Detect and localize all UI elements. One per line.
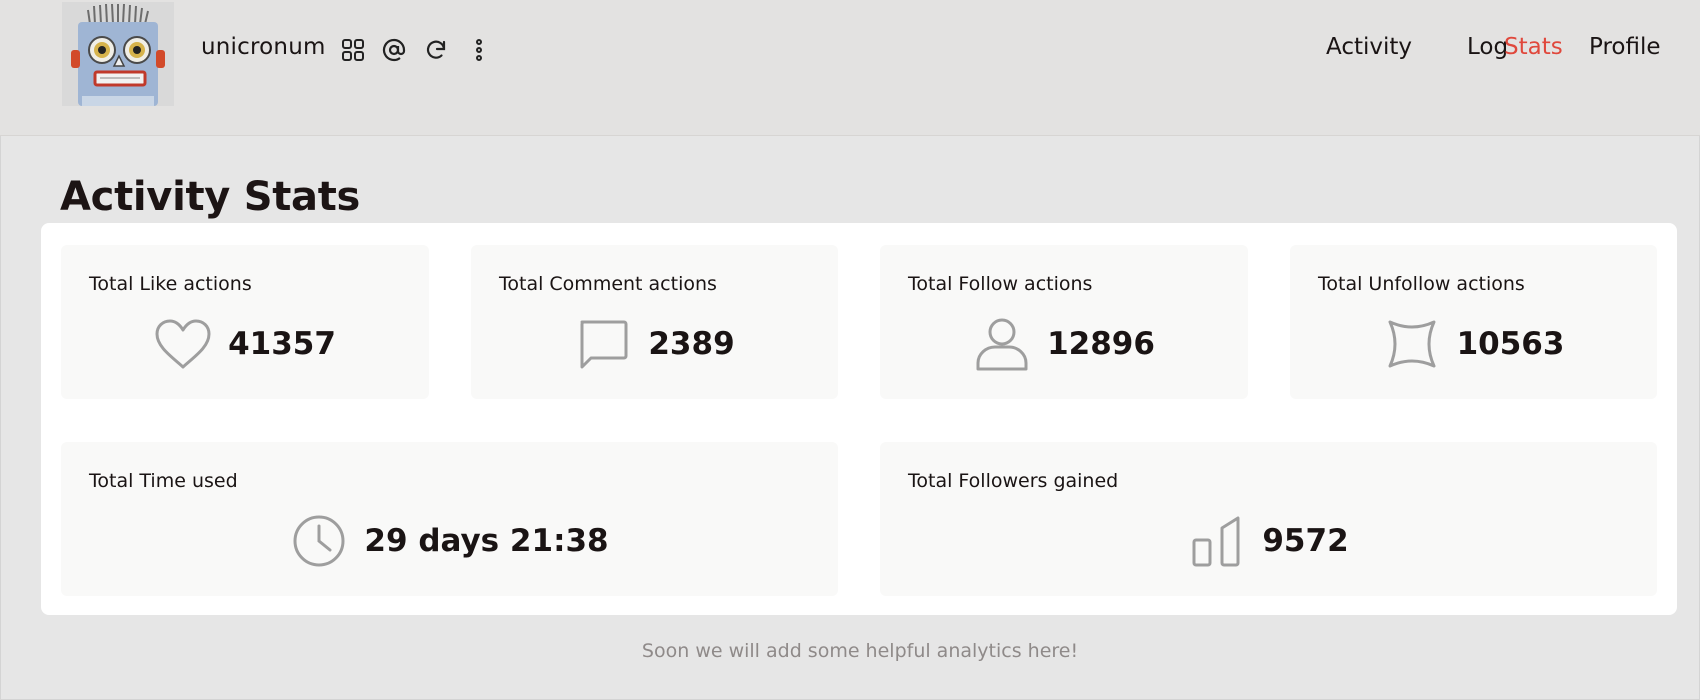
stat-value: 12896 xyxy=(1047,326,1155,362)
stat-card-follow: Total Follow actions 12896 xyxy=(880,245,1248,399)
stat-label: Total Like actions xyxy=(89,273,252,295)
nav-stats[interactable]: Stats xyxy=(1504,34,1563,60)
stat-label: Total Time used xyxy=(89,470,238,492)
page-title: Activity Stats xyxy=(60,174,361,220)
stat-card-followers: Total Followers gained 9572 xyxy=(880,442,1657,596)
bar-chart-icon xyxy=(1188,513,1246,569)
stats-panel: Total Like actions 41357 Total Comment a… xyxy=(41,223,1677,615)
refresh-icon[interactable] xyxy=(422,36,450,64)
stat-value: 41357 xyxy=(228,326,336,362)
stat-label: Total Followers gained xyxy=(908,470,1119,492)
footer-note: Soon we will add some helpful analytics … xyxy=(641,640,1079,662)
stat-label: Total Follow actions xyxy=(908,273,1093,295)
stat-card-comment: Total Comment actions 2389 xyxy=(471,245,838,399)
at-sign-icon[interactable] xyxy=(380,36,408,64)
user-icon xyxy=(973,316,1031,372)
username[interactable]: unicronum xyxy=(201,34,326,60)
nav-activity[interactable]: Activity xyxy=(1326,34,1412,60)
top-header: unicronum Activity Log Stats Profile xyxy=(0,0,1700,136)
stat-card-unfollow: Total Unfollow actions 10563 xyxy=(1290,245,1657,399)
stat-value: 2389 xyxy=(648,326,735,362)
avatar[interactable] xyxy=(62,2,174,106)
nav-profile[interactable]: Profile xyxy=(1589,34,1661,60)
stat-card-time: Total Time used 29 days 21:38 xyxy=(61,442,838,596)
apps-grid-icon[interactable] xyxy=(339,36,367,64)
nav-log[interactable]: Log xyxy=(1467,34,1508,60)
more-vertical-icon[interactable] xyxy=(465,36,493,64)
comment-icon xyxy=(574,316,632,372)
clock-icon xyxy=(290,513,348,569)
stat-label: Total Comment actions xyxy=(499,273,717,295)
unfollow-x-icon xyxy=(1383,316,1441,372)
stat-value: 10563 xyxy=(1456,326,1565,362)
stat-label: Total Unfollow actions xyxy=(1318,273,1525,295)
stat-value: 9572 xyxy=(1262,523,1349,559)
stat-value: 29 days 21:38 xyxy=(364,523,609,559)
heart-icon xyxy=(154,316,212,372)
stat-card-like: Total Like actions 41357 xyxy=(61,245,429,399)
